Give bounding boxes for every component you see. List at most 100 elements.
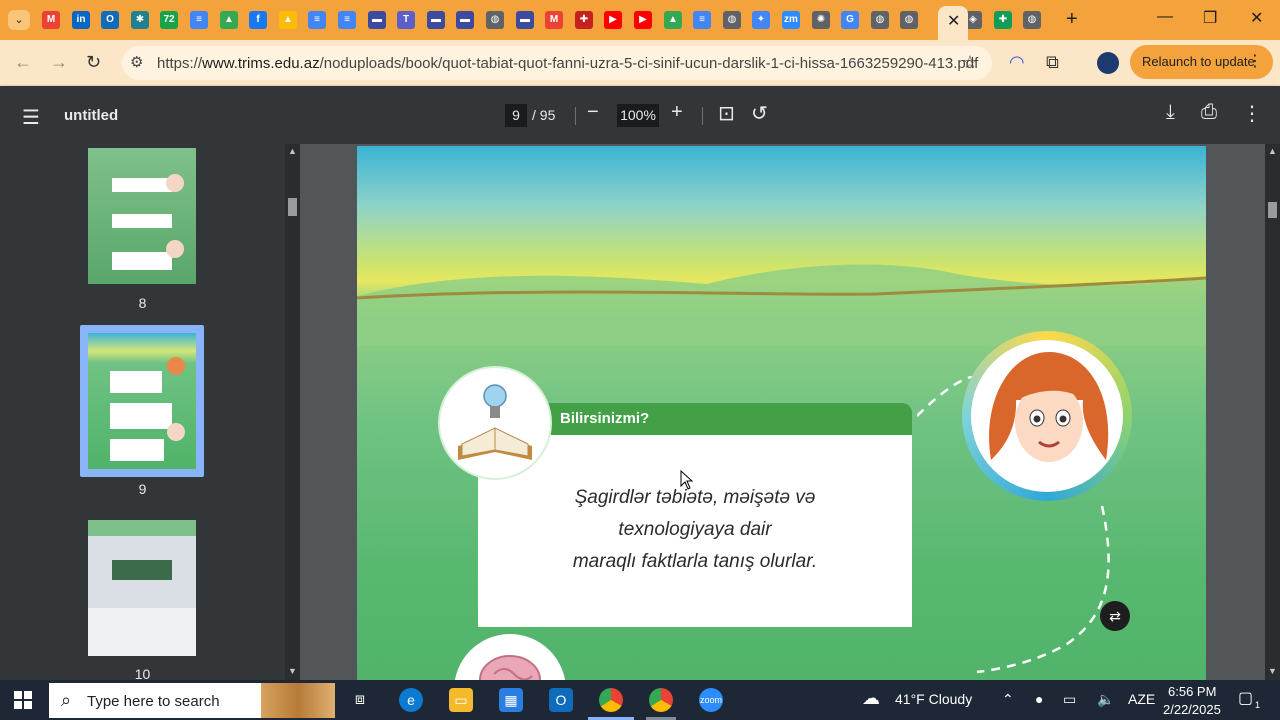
more-options-icon[interactable]: ⋮: [1242, 101, 1262, 126]
windows-start-icon[interactable]: [14, 691, 32, 709]
youtube-icon[interactable]: ▶: [604, 11, 622, 29]
sheets-icon[interactable]: ✚: [994, 11, 1012, 29]
meet-icon[interactable]: ▬: [516, 11, 534, 29]
gemini-icon[interactable]: ✦: [752, 11, 770, 29]
scroll-up-icon[interactable]: ▲: [288, 146, 297, 156]
relaunch-button[interactable]: Relaunch to update ⋮: [1130, 45, 1273, 79]
meet-icon[interactable]: ▬: [368, 11, 386, 29]
taskbar-search-box[interactable]: ⌕ Type here to search: [49, 683, 335, 718]
tray-expand-icon[interactable]: ⌃: [1002, 691, 1014, 708]
google-docs-icon[interactable]: ≡: [338, 11, 356, 29]
menu-icon[interactable]: ☰: [22, 105, 40, 130]
bookmark-star-icon[interactable]: ☆: [962, 52, 978, 73]
site-info-icon[interactable]: ⚙: [130, 53, 143, 71]
zoom-icon[interactable]: zm: [782, 11, 800, 29]
file-explorer-icon[interactable]: ▭: [449, 688, 473, 712]
back-icon[interactable]: ←: [14, 52, 32, 73]
clock-time[interactable]: 6:56 PM: [1168, 684, 1216, 699]
perplexity-icon[interactable]: ✱: [131, 11, 149, 29]
rotate-icon[interactable]: ↺: [751, 101, 768, 126]
address-bar[interactable]: ⚙ https://www.trims.edu.az/noduploads/bo…: [122, 46, 992, 80]
pdf-viewer[interactable]: Bilirsinizmi? Şagirdlər təbiətə, məişətə…: [300, 144, 1265, 680]
download-icon[interactable]: ⤓: [1166, 101, 1175, 124]
linkedin-icon[interactable]: in: [72, 11, 90, 29]
thumbnail-page-10[interactable]: [88, 520, 196, 656]
chrome-icon[interactable]: [649, 688, 673, 712]
google-docs-icon[interactable]: ≡: [190, 11, 208, 29]
profile-avatar[interactable]: [1097, 52, 1119, 74]
minimize-button[interactable]: —: [1157, 8, 1173, 26]
chevron-down-icon: ⌄: [14, 14, 24, 26]
chatbot-icon[interactable]: 72: [160, 11, 178, 29]
extension-icon[interactable]: ✚: [575, 11, 593, 29]
google-drive-icon[interactable]: ▲: [279, 11, 297, 29]
zoom-out-icon[interactable]: −: [587, 101, 599, 124]
zoom-level-input[interactable]: 100%: [617, 104, 659, 127]
globe-icon[interactable]: ◍: [900, 11, 918, 29]
sidebar-scrollbar[interactable]: ▲ ▼: [285, 144, 300, 680]
extension-arc-icon[interactable]: ◠: [1009, 52, 1025, 73]
thumbnail-page-8[interactable]: [88, 148, 196, 284]
gmail-icon[interactable]: M: [545, 11, 563, 29]
page-total: / 95: [532, 107, 556, 123]
notification-count: 1: [1255, 700, 1261, 710]
google-docs-icon[interactable]: ≡: [308, 11, 326, 29]
tab-search-button[interactable]: ⌄: [8, 10, 30, 30]
close-window-button[interactable]: ✕: [1250, 8, 1263, 28]
battery-icon[interactable]: ▭: [1063, 691, 1076, 708]
reload-icon[interactable]: ↻: [86, 52, 101, 73]
fit-page-icon[interactable]: ⊡: [718, 101, 735, 126]
store-icon[interactable]: ▦: [499, 688, 523, 712]
youtube-icon[interactable]: ▶: [634, 11, 652, 29]
globe-icon[interactable]: ◍: [486, 11, 504, 29]
fact-line-1: Şagirdlər təbiətə, məişətə və: [574, 487, 816, 508]
meet-icon[interactable]: ▬: [456, 11, 474, 29]
globe-icon[interactable]: ◍: [1023, 11, 1041, 29]
volume-icon[interactable]: 🔈: [1097, 691, 1114, 708]
page-number-input[interactable]: 9: [505, 104, 527, 127]
scroll-thumb[interactable]: [288, 198, 297, 216]
extensions-puzzle-icon[interactable]: ⧉: [1046, 52, 1059, 73]
page-scrollbar[interactable]: ▲ ▼: [1265, 144, 1280, 680]
rotate-page-button[interactable]: ⇄: [1100, 601, 1130, 631]
url-text[interactable]: https://www.trims.edu.az/noduploads/book…: [157, 55, 978, 72]
outlook-icon[interactable]: O: [549, 688, 573, 712]
scroll-down-icon[interactable]: ▼: [288, 666, 297, 676]
google-drive-icon[interactable]: ▲: [664, 11, 682, 29]
scroll-down-icon[interactable]: ▼: [1268, 666, 1277, 676]
print-icon[interactable]: ⎙: [1201, 101, 1217, 124]
edge-icon[interactable]: e: [399, 688, 423, 712]
meet-icon[interactable]: ▬: [427, 11, 445, 29]
forward-icon[interactable]: →: [50, 52, 68, 73]
facebook-icon[interactable]: f: [249, 11, 267, 29]
zoom-in-icon[interactable]: +: [671, 101, 683, 124]
pdf-page: Bilirsinizmi? Şagirdlər təbiətə, məişətə…: [357, 146, 1206, 680]
google-icon[interactable]: G: [841, 11, 859, 29]
close-tab-icon[interactable]: ✕: [947, 11, 960, 31]
google-drive-icon[interactable]: ▲: [220, 11, 238, 29]
scroll-thumb[interactable]: [1268, 202, 1277, 218]
cloud-icon: ☁: [862, 688, 880, 708]
gmail-icon[interactable]: M: [42, 11, 60, 29]
globe-icon[interactable]: ◍: [871, 11, 889, 29]
restore-button[interactable]: ❐: [1203, 8, 1217, 28]
globe-icon[interactable]: ◍: [723, 11, 741, 29]
thumbnail-page-9[interactable]: [88, 333, 196, 469]
settings-icon[interactable]: ✺: [812, 11, 830, 29]
task-view-icon[interactable]: ⧈: [348, 688, 372, 712]
teams-icon[interactable]: T: [397, 11, 415, 29]
outlook-icon[interactable]: O: [101, 11, 119, 29]
microphone-icon[interactable]: ●: [1035, 691, 1043, 707]
notification-icon[interactable]: ▢: [1238, 688, 1253, 708]
language-indicator[interactable]: AZE: [1128, 691, 1155, 707]
scroll-up-icon[interactable]: ▲: [1268, 146, 1277, 156]
more-menu-icon[interactable]: ⋮: [1247, 45, 1263, 79]
zoom-icon[interactable]: zoom: [699, 688, 723, 712]
new-tab-button[interactable]: +: [1066, 8, 1078, 31]
clock-date[interactable]: 2/22/2025: [1163, 702, 1221, 717]
weather-text[interactable]: 41°F Cloudy: [895, 691, 972, 707]
google-docs-icon[interactable]: ≡: [693, 11, 711, 29]
chrome-icon[interactable]: [599, 688, 623, 712]
active-tab[interactable]: ✕: [938, 6, 968, 40]
mouse-pointer-icon: [680, 470, 694, 490]
